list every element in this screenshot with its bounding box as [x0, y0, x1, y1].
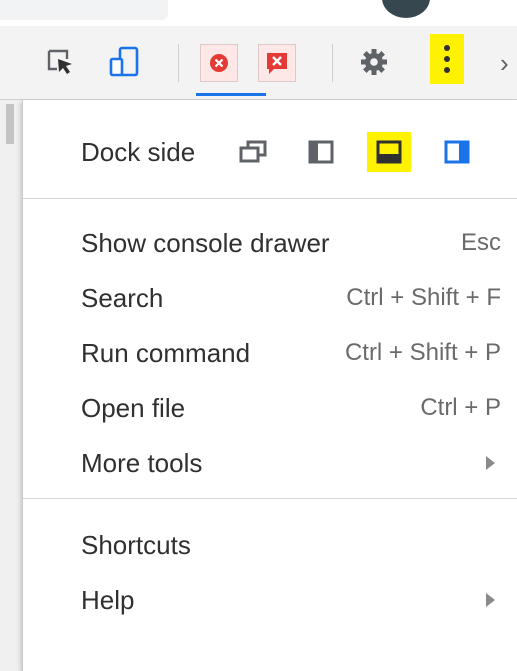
toolbar-separator: [332, 44, 333, 82]
profile-avatar[interactable]: [382, 0, 430, 18]
select-element-button[interactable]: [42, 44, 78, 80]
menu-item-help[interactable]: Help: [23, 573, 517, 627]
menu-item-open-file[interactable]: Open file Ctrl + P: [23, 381, 517, 435]
menu-item-show-console-drawer[interactable]: Show console drawer Esc: [23, 216, 517, 270]
menu-divider: [23, 498, 517, 499]
dock-side-row: Dock side: [23, 118, 517, 186]
menu-item-shortcut: Ctrl + P: [420, 394, 501, 421]
menu-item-run-command[interactable]: Run command Ctrl + Shift + P: [23, 326, 517, 380]
issues-icon: [267, 53, 287, 74]
menu-item-label: Show console drawer: [81, 228, 330, 258]
browser-tab[interactable]: [0, 0, 168, 20]
settings-button[interactable]: [356, 44, 392, 80]
menu-item-label: Run command: [81, 338, 251, 368]
dock-left-button[interactable]: [299, 132, 343, 172]
submenu-arrow-icon: [486, 593, 495, 607]
errors-icon: [210, 54, 228, 72]
dock-to-bottom-icon: [376, 140, 402, 164]
menu-item-shortcut: Esc: [460, 229, 501, 256]
select-element-icon: [47, 49, 72, 74]
menu-item-shortcut: Ctrl + Shift + P: [344, 339, 501, 366]
menu-item-search[interactable]: Search Ctrl + Shift + F: [23, 271, 517, 325]
toolbar-separator: [178, 44, 179, 82]
menu-item-shortcut: Ctrl + Shift + F: [346, 284, 501, 311]
settings-gear-icon: [361, 49, 387, 75]
devtools-toolbar: ›: [0, 26, 517, 100]
dock-side-label: Dock side: [81, 137, 196, 167]
browser-top-strip: [0, 0, 517, 26]
menu-item-label: Shortcuts: [81, 530, 191, 560]
chevron-right-icon[interactable]: ›: [500, 50, 509, 76]
scrollbar-thumb[interactable]: [6, 104, 14, 144]
issues-button[interactable]: [258, 44, 296, 82]
submenu-arrow-icon: [486, 456, 495, 470]
menu-item-label: Help: [81, 585, 135, 615]
dock-undock-button[interactable]: [231, 132, 275, 172]
dock-right-button[interactable]: [435, 132, 479, 172]
menu-item-label: More tools: [81, 448, 203, 478]
menu-item-more-tools[interactable]: More tools: [23, 436, 517, 490]
more-options-kebab-icon: [444, 45, 450, 73]
dock-to-right-icon: [444, 140, 470, 164]
errors-button[interactable]: [200, 44, 238, 82]
dock-bottom-button[interactable]: [367, 132, 411, 172]
more-options-menu: Dock side Show console drawer Esc Search…: [22, 100, 517, 671]
menu-item-shortcuts[interactable]: Shortcuts: [23, 518, 517, 572]
left-panel-edge: [0, 100, 22, 671]
dock-to-left-icon: [308, 140, 334, 164]
menu-divider: [23, 198, 517, 199]
device-toolbar-button[interactable]: [106, 44, 142, 80]
menu-item-label: Open file: [81, 393, 186, 423]
more-options-button[interactable]: [430, 34, 464, 84]
menu-item-label: Search: [81, 283, 164, 313]
active-tab-indicator: [196, 93, 266, 96]
undock-into-separate-window-icon: [239, 140, 267, 163]
device-toolbar-icon: [109, 46, 139, 77]
